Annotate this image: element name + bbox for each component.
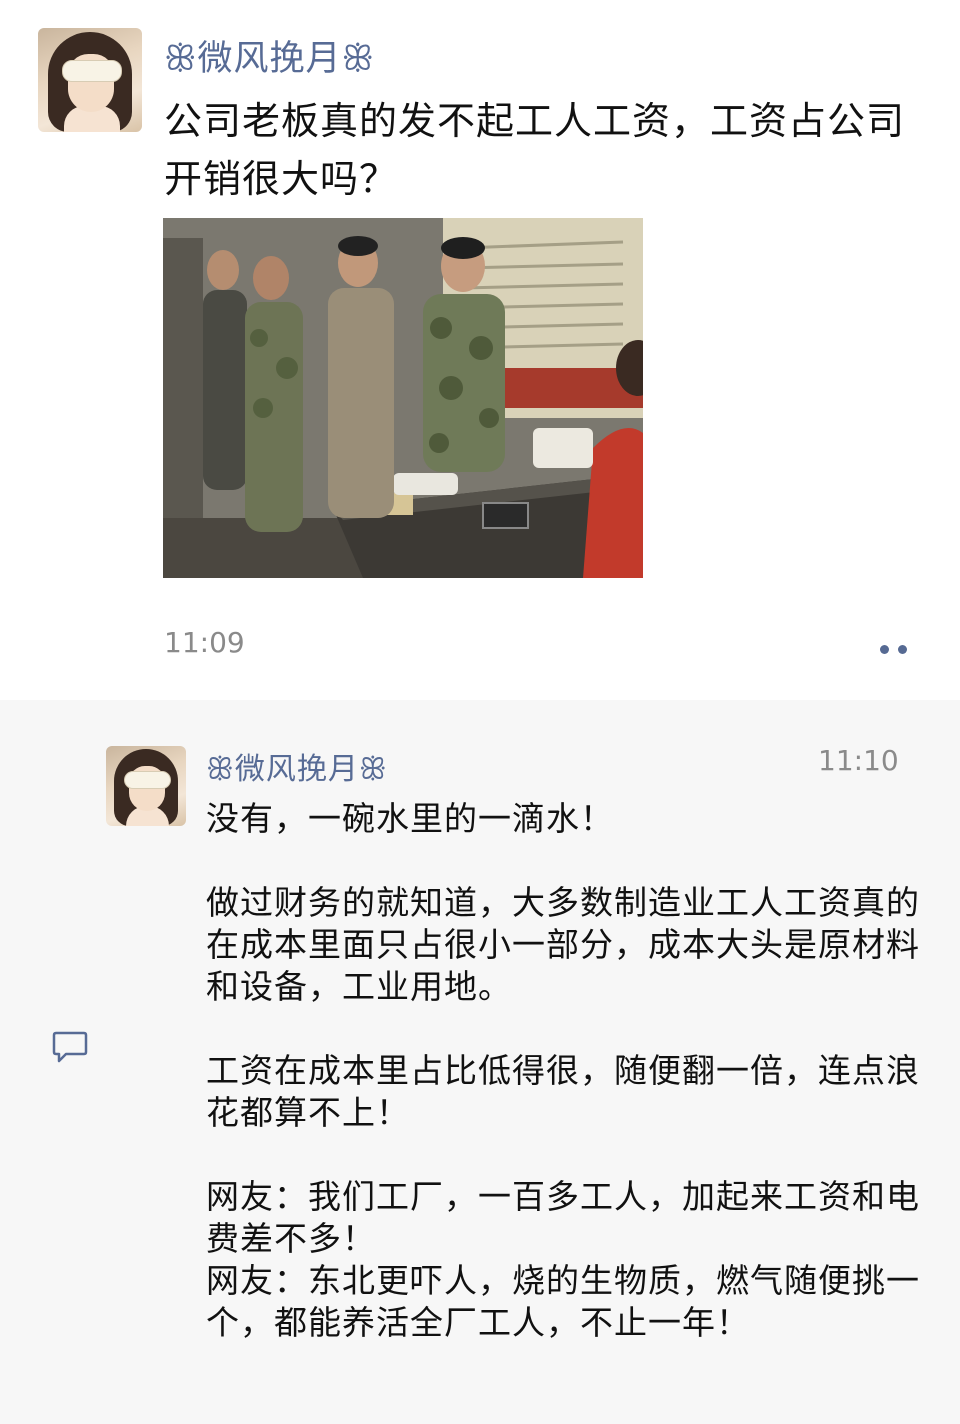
comment-body: 没有，一碗水里的一滴水！ 做过财务的就知道，大多数制造业工人工资真的在成本里面只…	[206, 798, 926, 1344]
comment-item: ꕥ微风挽月ꕥ 11:10 没有，一碗水里的一滴水！ 做过财务的就知道，大多数制造…	[0, 700, 960, 1424]
comment-area: ꕥ微风挽月ꕥ 11:10 没有，一碗水里的一滴水！ 做过财务的就知道，大多数制造…	[0, 700, 960, 1424]
photo-illustration	[163, 218, 643, 578]
comment-time: 11:10	[818, 744, 899, 777]
comment-paragraph: 网友：我们工厂，一百多工人，加起来工资和电费差不多！	[206, 1177, 920, 1258]
ellipsis-icon	[880, 645, 889, 654]
comment-paragraph: 做过财务的就知道，大多数制造业工人工资真的在成本里面只占很小一部分，成本大头是原…	[206, 883, 920, 1006]
comment-paragraph: 网友：东北更吓人，烧的生物质，燃气随便挑一个，都能养活全厂工人，不止一年！	[206, 1261, 920, 1342]
post-photo[interactable]	[163, 218, 643, 578]
post-author-name[interactable]: ꕥ微风挽月ꕥ	[164, 30, 375, 81]
comment-author-name[interactable]: ꕥ微风挽月ꕥ	[206, 744, 388, 788]
comment-paragraph: 没有，一碗水里的一滴水！	[206, 799, 614, 838]
moment-post: ꕥ微风挽月ꕥ 公司老板真的发不起工人工资，工资占公司开销很大吗？ 11:09	[0, 0, 960, 700]
more-options-button[interactable]	[872, 632, 916, 666]
comment-author-avatar[interactable]	[106, 746, 186, 826]
comment-paragraph: 工资在成本里占比低得很，随便翻一倍，连点浪花都算不上！	[206, 1051, 920, 1132]
avatar-eye-mask	[62, 60, 122, 82]
post-author-avatar[interactable]	[38, 28, 142, 132]
post-text: 公司老板真的发不起工人工资，工资占公司开销很大吗？	[164, 99, 906, 201]
avatar-eye-mask	[124, 771, 171, 789]
post-time: 11:09	[164, 626, 245, 659]
ellipsis-icon	[898, 645, 907, 654]
